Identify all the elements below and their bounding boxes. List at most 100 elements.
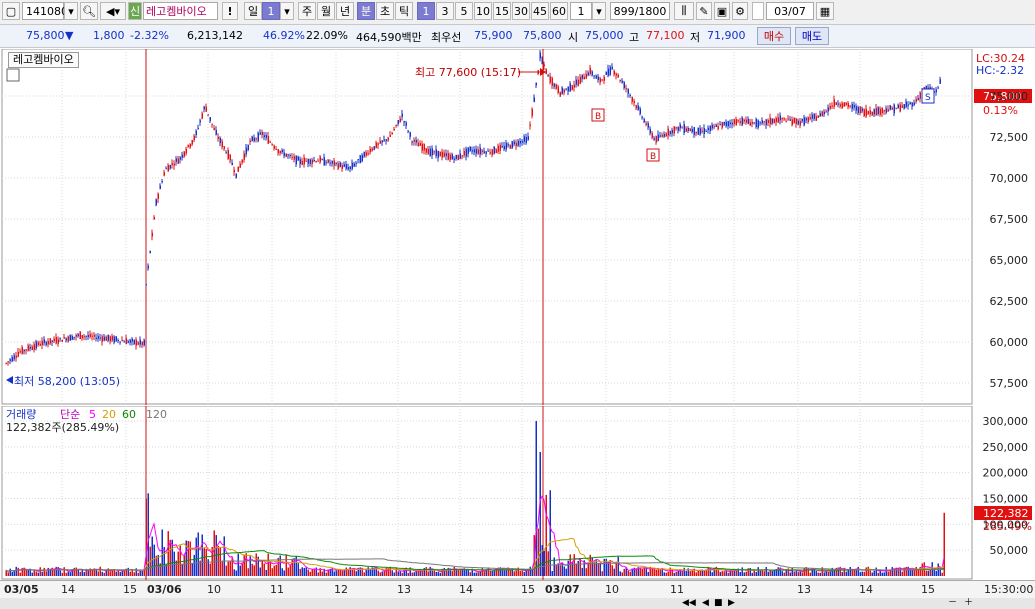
- candle-body: [903, 104, 905, 109]
- candle-body: [625, 88, 627, 90]
- candle-body: [139, 339, 141, 345]
- x-label-11b: 11: [270, 583, 284, 596]
- draw-tool-icon[interactable]: ✎: [696, 2, 712, 20]
- stock-name[interactable]: 레고켐바이오: [143, 2, 218, 20]
- scroll-next-icon[interactable]: ▶: [728, 598, 735, 609]
- minute-60-button[interactable]: 60: [550, 2, 568, 20]
- sound-icon[interactable]: ◀▾: [100, 2, 126, 20]
- volume-bar: [391, 570, 393, 576]
- down-arrow-icon: ▼: [65, 29, 74, 42]
- candle-body: [827, 107, 829, 112]
- candle-body: [915, 99, 917, 102]
- candle-body: [99, 337, 101, 339]
- volume-bar: [301, 567, 303, 576]
- candle-body: [439, 151, 441, 157]
- scroll-prev-icon[interactable]: ◀: [702, 598, 709, 609]
- period-tick-tab[interactable]: 틱: [395, 2, 413, 20]
- volume-bar: [869, 570, 871, 576]
- candle-body: [665, 133, 667, 137]
- zoom-out-icon[interactable]: －: [948, 598, 957, 609]
- save-icon[interactable]: ▣: [714, 2, 730, 20]
- data-count-input[interactable]: 899/1800: [610, 2, 670, 20]
- minute-15-button[interactable]: 15: [493, 2, 511, 20]
- code-dropdown-icon[interactable]: ▾: [64, 2, 78, 20]
- volume-bar: [695, 572, 697, 576]
- buy-button[interactable]: 매수: [757, 27, 791, 45]
- candle-body: [683, 124, 685, 133]
- search-icon[interactable]: 🔍︎: [80, 2, 98, 20]
- candle-body: [239, 163, 241, 168]
- candle-body: [167, 165, 169, 172]
- candle-body: [765, 119, 767, 126]
- period-dropdown-icon[interactable]: ▾: [280, 2, 294, 20]
- candle-body: [491, 149, 493, 156]
- period-minute-tab[interactable]: 분: [357, 2, 375, 20]
- volume-bar: [617, 556, 619, 576]
- candle-body: [727, 121, 729, 127]
- candle-body: [645, 123, 647, 125]
- volume-bar: [929, 569, 931, 576]
- volume-bar: [109, 571, 111, 576]
- period-week-tab[interactable]: 주: [298, 2, 316, 20]
- price-chart[interactable]: 최고 77,600 (15:17) 최저 58,200 (13:05) B B …: [0, 49, 1035, 405]
- zoom-in-icon[interactable]: ＋: [964, 598, 973, 609]
- candle-body: [719, 124, 721, 126]
- volume-bar: [25, 569, 27, 576]
- window-icon[interactable]: ▢: [2, 2, 20, 20]
- volume-chart[interactable]: 거래량 단순 5 20 60 120 122,382주(285.49%) 122…: [0, 406, 1035, 580]
- candle-body: [853, 105, 855, 108]
- minute-3-button[interactable]: 3: [436, 2, 454, 20]
- sell-button[interactable]: 매도: [795, 27, 829, 45]
- candle-type-icon[interactable]: ⫼: [674, 2, 694, 20]
- period-year-tab[interactable]: 년: [336, 2, 354, 20]
- volume-bar: [897, 568, 899, 576]
- volume-bar: [565, 568, 567, 576]
- unit-dropdown-icon[interactable]: ▾: [592, 2, 606, 20]
- candle-body: [545, 69, 547, 74]
- candle-body: [217, 136, 219, 139]
- candle-body: [75, 334, 77, 337]
- unit-input[interactable]: 1: [570, 2, 592, 20]
- volume-bar: [791, 567, 793, 576]
- alert-button[interactable]: !: [222, 2, 238, 20]
- settings-gear-icon[interactable]: ⚙: [732, 2, 748, 20]
- date-checkbox[interactable]: [752, 2, 764, 20]
- volume-bar: [261, 560, 263, 576]
- period-month-tab[interactable]: 월: [317, 2, 335, 20]
- calendar-icon[interactable]: ▦: [816, 2, 834, 20]
- minute-10-button[interactable]: 10: [474, 2, 492, 20]
- date-input[interactable]: 03/07: [766, 2, 814, 20]
- volume-bar: [577, 560, 579, 576]
- minute-30-button[interactable]: 30: [512, 2, 530, 20]
- stop-icon[interactable]: ■: [714, 598, 723, 609]
- volume-bar: [11, 572, 13, 576]
- volume-bar: [727, 572, 729, 576]
- candle-body: [487, 150, 489, 152]
- volume-bar: [551, 571, 553, 576]
- volume-bar: [177, 551, 179, 576]
- period-day-button[interactable]: 일: [244, 2, 262, 20]
- period-second-tab[interactable]: 초: [376, 2, 394, 20]
- candle-body: [315, 161, 317, 163]
- volume-bar: [859, 572, 861, 576]
- candle-body: [739, 121, 741, 124]
- candle-body: [249, 140, 251, 142]
- minute-5-button[interactable]: 5: [455, 2, 473, 20]
- candle-body: [5, 362, 7, 364]
- minute-1-button[interactable]: 1: [417, 2, 435, 20]
- candle-body: [681, 127, 683, 129]
- candle-body: [445, 153, 447, 157]
- period-num-input[interactable]: 1: [262, 2, 280, 20]
- candle-body: [717, 126, 719, 129]
- grid-toggle-icon[interactable]: [6, 68, 20, 82]
- candle-body: [705, 130, 707, 132]
- scroll-first-icon[interactable]: ◀◀: [682, 598, 696, 609]
- candle-body: [71, 336, 73, 340]
- volume-bar: [79, 571, 81, 576]
- stock-code-input[interactable]: 141080: [22, 2, 68, 20]
- candle-body: [909, 102, 911, 105]
- minute-45-button[interactable]: 45: [531, 2, 549, 20]
- chart-legend-stock-name[interactable]: 레고켐바이오: [8, 52, 79, 68]
- candle-body: [481, 150, 483, 152]
- candle-body: [415, 139, 417, 143]
